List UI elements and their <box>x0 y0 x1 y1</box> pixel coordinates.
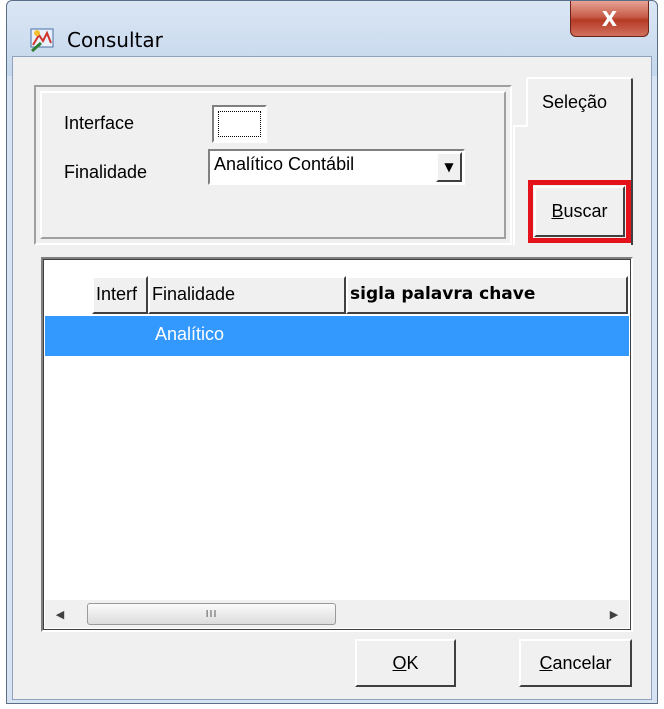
interface-input[interactable] <box>212 105 267 143</box>
column-header-interf[interactable]: Interf <box>92 276 148 314</box>
ok-button[interactable]: OK <box>355 639 456 687</box>
tab-page-border-left <box>513 125 528 245</box>
scroll-left-button[interactable]: ◀ <box>45 600 75 628</box>
buscar-button[interactable]: Buscar <box>534 186 625 237</box>
cell-finalidade: Analítico <box>155 324 225 344</box>
grip-icon: III <box>205 608 218 620</box>
dropdown-button[interactable]: ▼ <box>436 152 462 182</box>
close-button[interactable]: X <box>570 1 649 37</box>
selection-panel: Interface Finalidade Analítico Contábil … <box>34 85 512 245</box>
column-header-finalidade[interactable]: Finalidade <box>148 276 346 314</box>
arrow-right-icon: ▶ <box>609 607 619 621</box>
dialog-client-area: Interface Finalidade Analítico Contábil … <box>12 56 652 700</box>
close-icon: X <box>601 6 618 31</box>
column-header-sigla[interactable]: sigla palavra chave <box>346 276 628 314</box>
buscar-label-rest: uscar <box>563 201 608 221</box>
horizontal-scrollbar[interactable]: ◀ III ▶ <box>45 600 629 628</box>
results-grid[interactable]: Interf Finalidade sigla palavra chave An… <box>41 257 633 632</box>
window-title: Consultar <box>67 28 163 52</box>
grid-viewport: Interf Finalidade sigla palavra chave An… <box>43 259 631 630</box>
scroll-right-button[interactable]: ▶ <box>599 600 629 628</box>
app-icon <box>30 28 54 53</box>
finalidade-label: Finalidade <box>64 162 148 182</box>
finalidade-select[interactable]: Analítico Contábil ▼ <box>208 149 465 185</box>
interface-label: Interface <box>64 113 135 133</box>
tab-selecao-label: Seleção <box>542 92 608 112</box>
finalidade-selected-value: Analítico Contábil <box>214 154 355 174</box>
scroll-thumb[interactable]: III <box>87 603 336 625</box>
consultar-window: Consultar X Interface Finalidade Analíti… <box>6 0 658 704</box>
table-row[interactable]: Analítico <box>45 316 629 356</box>
tab-selecao[interactable]: Seleção <box>526 77 633 127</box>
ok-label-rest: K <box>406 652 419 673</box>
selection-panel-inner: Interface Finalidade Analítico Contábil … <box>40 91 506 239</box>
arrow-left-icon: ◀ <box>55 607 65 621</box>
cancelar-label-rest: ancelar <box>552 652 612 673</box>
ok-mnemonic: O <box>392 652 407 673</box>
chevron-down-icon: ▼ <box>444 160 454 174</box>
buscar-mnemonic: B <box>551 201 564 221</box>
cancelar-mnemonic: C <box>539 652 553 673</box>
cancelar-button[interactable]: Cancelar <box>519 639 632 687</box>
